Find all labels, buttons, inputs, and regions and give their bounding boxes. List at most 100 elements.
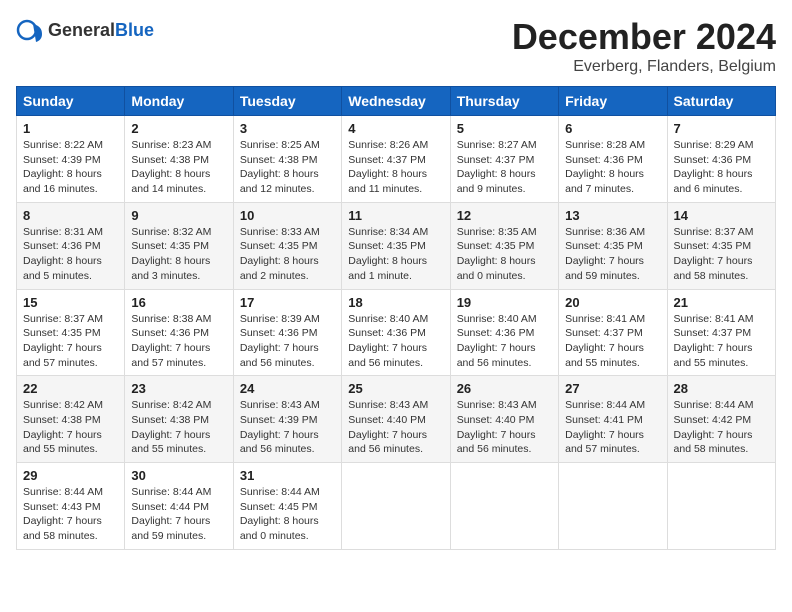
calendar-cell: 5 Sunrise: 8:27 AMSunset: 4:37 PMDaylight… — [450, 116, 558, 203]
cell-text: Sunrise: 8:43 AMSunset: 4:40 PMDaylight:… — [457, 399, 537, 455]
day-number: 23 — [131, 381, 226, 396]
cell-text: Sunrise: 8:40 AMSunset: 4:36 PMDaylight:… — [348, 313, 428, 369]
day-number: 17 — [240, 295, 335, 310]
day-number: 25 — [348, 381, 443, 396]
location-title: Everberg, Flanders, Belgium — [512, 58, 776, 76]
calendar-cell: 9 Sunrise: 8:32 AMSunset: 4:35 PMDaylight… — [125, 202, 233, 289]
header-day-wednesday: Wednesday — [342, 87, 450, 116]
header-day-monday: Monday — [125, 87, 233, 116]
cell-text: Sunrise: 8:42 AMSunset: 4:38 PMDaylight:… — [23, 399, 103, 455]
day-number: 20 — [565, 295, 660, 310]
calendar-cell: 16 Sunrise: 8:38 AMSunset: 4:36 PMDayligh… — [125, 289, 233, 376]
cell-text: Sunrise: 8:39 AMSunset: 4:36 PMDaylight:… — [240, 313, 320, 369]
cell-text: Sunrise: 8:22 AMSunset: 4:39 PMDaylight:… — [23, 139, 103, 195]
day-number: 2 — [131, 121, 226, 136]
cell-text: Sunrise: 8:42 AMSunset: 4:38 PMDaylight:… — [131, 399, 211, 455]
calendar-cell: 30Sunrise: 8:44 AMSunset: 4:44 PMDayligh… — [125, 463, 233, 550]
day-number: 5 — [457, 121, 552, 136]
title-area: December 2024 Everberg, Flanders, Belgiu… — [512, 16, 776, 76]
day-number: 24 — [240, 381, 335, 396]
header-day-tuesday: Tuesday — [233, 87, 341, 116]
day-number: 22 — [23, 381, 118, 396]
logo-wordmark: GeneralBlue — [48, 20, 154, 41]
day-number: 29 — [23, 468, 118, 483]
calendar-cell: 2 Sunrise: 8:23 AMSunset: 4:38 PMDaylight… — [125, 116, 233, 203]
calendar-cell: 23 Sunrise: 8:42 AMSunset: 4:38 PMDayligh… — [125, 376, 233, 463]
day-number: 1 — [23, 121, 118, 136]
cell-text: Sunrise: 8:44 AMSunset: 4:44 PMDaylight:… — [131, 486, 211, 542]
day-number: 10 — [240, 208, 335, 223]
calendar-week-row: 8Sunrise: 8:31 AMSunset: 4:36 PMDaylight… — [17, 202, 776, 289]
cell-text: Sunrise: 8:44 AMSunset: 4:45 PMDaylight:… — [240, 486, 320, 542]
calendar-cell: 26Sunrise: 8:43 AMSunset: 4:40 PMDayligh… — [450, 376, 558, 463]
day-number: 9 — [131, 208, 226, 223]
day-number: 11 — [348, 208, 443, 223]
calendar-cell: 24 Sunrise: 8:43 AMSunset: 4:39 PMDayligh… — [233, 376, 341, 463]
calendar-cell: 13Sunrise: 8:36 AMSunset: 4:35 PMDayligh… — [559, 202, 667, 289]
calendar-cell: 28Sunrise: 8:44 AMSunset: 4:42 PMDayligh… — [667, 376, 775, 463]
day-number: 7 — [674, 121, 769, 136]
calendar-cell: 7 Sunrise: 8:29 AMSunset: 4:36 PMDaylight… — [667, 116, 775, 203]
calendar-cell: 18Sunrise: 8:40 AMSunset: 4:36 PMDayligh… — [342, 289, 450, 376]
day-number: 19 — [457, 295, 552, 310]
calendar-header-row: SundayMondayTuesdayWednesdayThursdayFrid… — [17, 87, 776, 116]
cell-text: Sunrise: 8:40 AMSunset: 4:36 PMDaylight:… — [457, 313, 537, 369]
calendar-week-row: 1 Sunrise: 8:22 AMSunset: 4:39 PMDaylight… — [17, 116, 776, 203]
day-number: 27 — [565, 381, 660, 396]
calendar-cell: 10 Sunrise: 8:33 AMSunset: 4:35 PMDayligh… — [233, 202, 341, 289]
cell-text: Sunrise: 8:34 AMSunset: 4:35 PMDaylight:… — [348, 226, 428, 282]
cell-text: Sunrise: 8:26 AMSunset: 4:37 PMDaylight:… — [348, 139, 428, 195]
calendar-cell: 6 Sunrise: 8:28 AMSunset: 4:36 PMDaylight… — [559, 116, 667, 203]
cell-text: Sunrise: 8:28 AMSunset: 4:36 PMDaylight:… — [565, 139, 645, 195]
calendar-cell: 3Sunrise: 8:25 AMSunset: 4:38 PMDaylight… — [233, 116, 341, 203]
day-number: 4 — [348, 121, 443, 136]
cell-text: Sunrise: 8:35 AMSunset: 4:35 PMDaylight:… — [457, 226, 537, 282]
calendar-cell: 14 Sunrise: 8:37 AMSunset: 4:35 PMDayligh… — [667, 202, 775, 289]
cell-text: Sunrise: 8:41 AMSunset: 4:37 PMDaylight:… — [674, 313, 754, 369]
cell-text: Sunrise: 8:41 AMSunset: 4:37 PMDaylight:… — [565, 313, 645, 369]
calendar-cell: 31 Sunrise: 8:44 AMSunset: 4:45 PMDayligh… — [233, 463, 341, 550]
header-day-sunday: Sunday — [17, 87, 125, 116]
cell-text: Sunrise: 8:33 AMSunset: 4:35 PMDaylight:… — [240, 226, 320, 282]
day-number: 14 — [674, 208, 769, 223]
calendar-table: SundayMondayTuesdayWednesdayThursdayFrid… — [16, 86, 776, 550]
day-number: 31 — [240, 468, 335, 483]
logo: GeneralBlue — [16, 16, 154, 44]
calendar-cell: 29 Sunrise: 8:44 AMSunset: 4:43 PMDayligh… — [17, 463, 125, 550]
calendar-cell: 1 Sunrise: 8:22 AMSunset: 4:39 PMDaylight… — [17, 116, 125, 203]
logo-icon — [16, 16, 44, 44]
cell-text: Sunrise: 8:32 AMSunset: 4:35 PMDaylight:… — [131, 226, 211, 282]
calendar-week-row: 29 Sunrise: 8:44 AMSunset: 4:43 PMDayligh… — [17, 463, 776, 550]
cell-text: Sunrise: 8:43 AMSunset: 4:39 PMDaylight:… — [240, 399, 320, 455]
header-day-thursday: Thursday — [450, 87, 558, 116]
calendar-cell: 12Sunrise: 8:35 AMSunset: 4:35 PMDayligh… — [450, 202, 558, 289]
day-number: 6 — [565, 121, 660, 136]
cell-text: Sunrise: 8:25 AMSunset: 4:38 PMDaylight:… — [240, 139, 320, 195]
cell-text: Sunrise: 8:44 AMSunset: 4:42 PMDaylight:… — [674, 399, 754, 455]
month-title: December 2024 — [512, 16, 776, 58]
day-number: 16 — [131, 295, 226, 310]
cell-text: Sunrise: 8:37 AMSunset: 4:35 PMDaylight:… — [674, 226, 754, 282]
header-day-saturday: Saturday — [667, 87, 775, 116]
cell-text: Sunrise: 8:27 AMSunset: 4:37 PMDaylight:… — [457, 139, 537, 195]
calendar-cell: 21 Sunrise: 8:41 AMSunset: 4:37 PMDayligh… — [667, 289, 775, 376]
cell-text: Sunrise: 8:44 AMSunset: 4:41 PMDaylight:… — [565, 399, 645, 455]
cell-text: Sunrise: 8:38 AMSunset: 4:36 PMDaylight:… — [131, 313, 211, 369]
day-number: 21 — [674, 295, 769, 310]
calendar-cell: 15Sunrise: 8:37 AMSunset: 4:35 PMDayligh… — [17, 289, 125, 376]
cell-text: Sunrise: 8:36 AMSunset: 4:35 PMDaylight:… — [565, 226, 645, 282]
calendar-cell: 17 Sunrise: 8:39 AMSunset: 4:36 PMDayligh… — [233, 289, 341, 376]
calendar-cell — [342, 463, 450, 550]
calendar-week-row: 15Sunrise: 8:37 AMSunset: 4:35 PMDayligh… — [17, 289, 776, 376]
calendar-cell — [559, 463, 667, 550]
cell-text: Sunrise: 8:29 AMSunset: 4:36 PMDaylight:… — [674, 139, 754, 195]
calendar-cell: 11 Sunrise: 8:34 AMSunset: 4:35 PMDayligh… — [342, 202, 450, 289]
header-day-friday: Friday — [559, 87, 667, 116]
cell-text: Sunrise: 8:44 AMSunset: 4:43 PMDaylight:… — [23, 486, 103, 542]
calendar-cell — [450, 463, 558, 550]
logo-blue: Blue — [115, 20, 154, 40]
calendar-cell: 4 Sunrise: 8:26 AMSunset: 4:37 PMDaylight… — [342, 116, 450, 203]
calendar-week-row: 22 Sunrise: 8:42 AMSunset: 4:38 PMDayligh… — [17, 376, 776, 463]
cell-text: Sunrise: 8:23 AMSunset: 4:38 PMDaylight:… — [131, 139, 211, 195]
calendar-cell: 8Sunrise: 8:31 AMSunset: 4:36 PMDaylight… — [17, 202, 125, 289]
